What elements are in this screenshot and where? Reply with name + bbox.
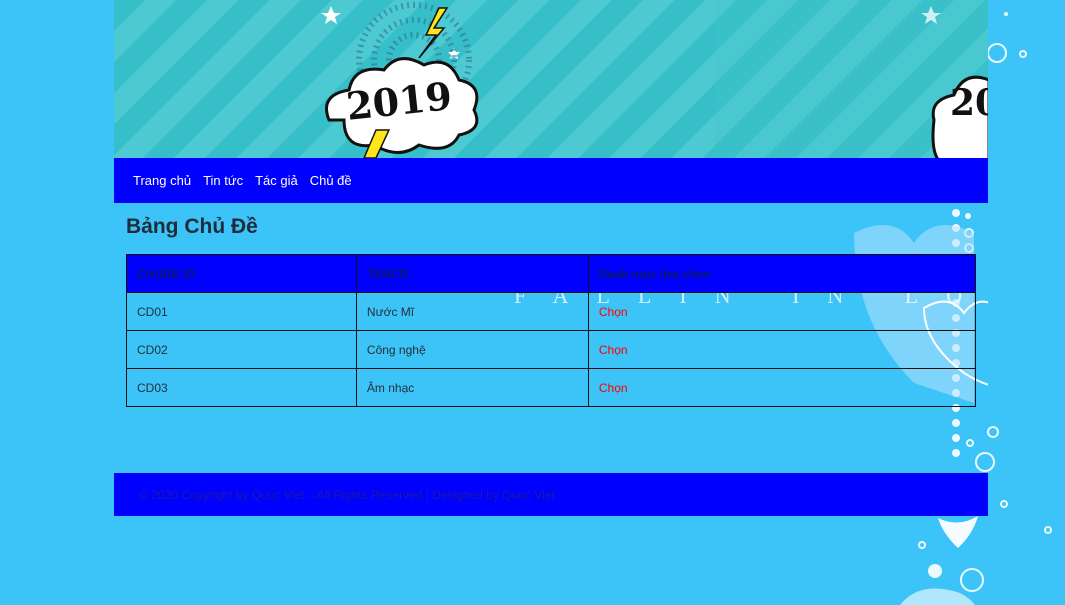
cell-action: Chọn bbox=[587, 330, 977, 369]
cell-action: Chọn bbox=[587, 368, 977, 407]
main-nav: Trang chủ Tin tức Tác giả Chủ đề bbox=[114, 158, 988, 203]
cell-name: Âm nhạc bbox=[355, 368, 589, 407]
svg-text:20: 20 bbox=[950, 82, 988, 124]
page-title: Bảng Chủ Đề bbox=[126, 215, 258, 238]
select-link[interactable]: Chọn bbox=[599, 381, 628, 395]
table-row: CD02 Công nghệ Chọn bbox=[126, 330, 977, 369]
cell-action: Chọn bbox=[587, 292, 977, 331]
nav-item-home[interactable]: Trang chủ bbox=[133, 173, 191, 188]
lightning-icon bbox=[418, 7, 449, 59]
page-container: 2019 20 Trang chủ Tin tức Tác giả Chủ đề… bbox=[114, 0, 988, 516]
table-header-row: CHUDE ID TENCD Danh mục lựa chọn bbox=[126, 254, 977, 293]
cell-name: Nước Mĩ bbox=[355, 292, 589, 331]
cell-name: Công nghệ bbox=[355, 330, 589, 369]
column-header-name: TENCD bbox=[355, 254, 589, 293]
nav-item-topics[interactable]: Chủ đề bbox=[310, 173, 352, 188]
table-row: CD03 Âm nhạc Chọn bbox=[126, 368, 977, 407]
banner-illustration: 2019 20 bbox=[321, 0, 988, 158]
cell-id: CD01 bbox=[126, 292, 357, 331]
nav-item-news[interactable]: Tin tức bbox=[203, 173, 243, 188]
footer-copyright: © 2020 Copyright by Quoc Viet – All Righ… bbox=[139, 487, 555, 502]
column-header-action: Danh mục lựa chọn bbox=[587, 254, 977, 293]
nav-item-authors[interactable]: Tác giả bbox=[255, 173, 298, 188]
cell-id: CD03 bbox=[126, 368, 357, 407]
header-banner: 2019 20 bbox=[114, 0, 988, 158]
select-link[interactable]: Chọn bbox=[599, 305, 628, 319]
cell-id: CD02 bbox=[126, 330, 357, 369]
column-header-id: CHUDE ID bbox=[126, 254, 357, 293]
topics-table: CHUDE ID TENCD Danh mục lựa chọn CD01 Nư… bbox=[126, 254, 977, 407]
page-footer: © 2020 Copyright by Quoc Viet – All Righ… bbox=[114, 473, 988, 516]
table-row: CD01 Nước Mĩ Chọn bbox=[126, 292, 977, 331]
main-content: FALLIN IN LOVE Bảng Chủ Đề CHUDE ID TENC… bbox=[114, 203, 988, 473]
select-link[interactable]: Chọn bbox=[599, 343, 628, 357]
